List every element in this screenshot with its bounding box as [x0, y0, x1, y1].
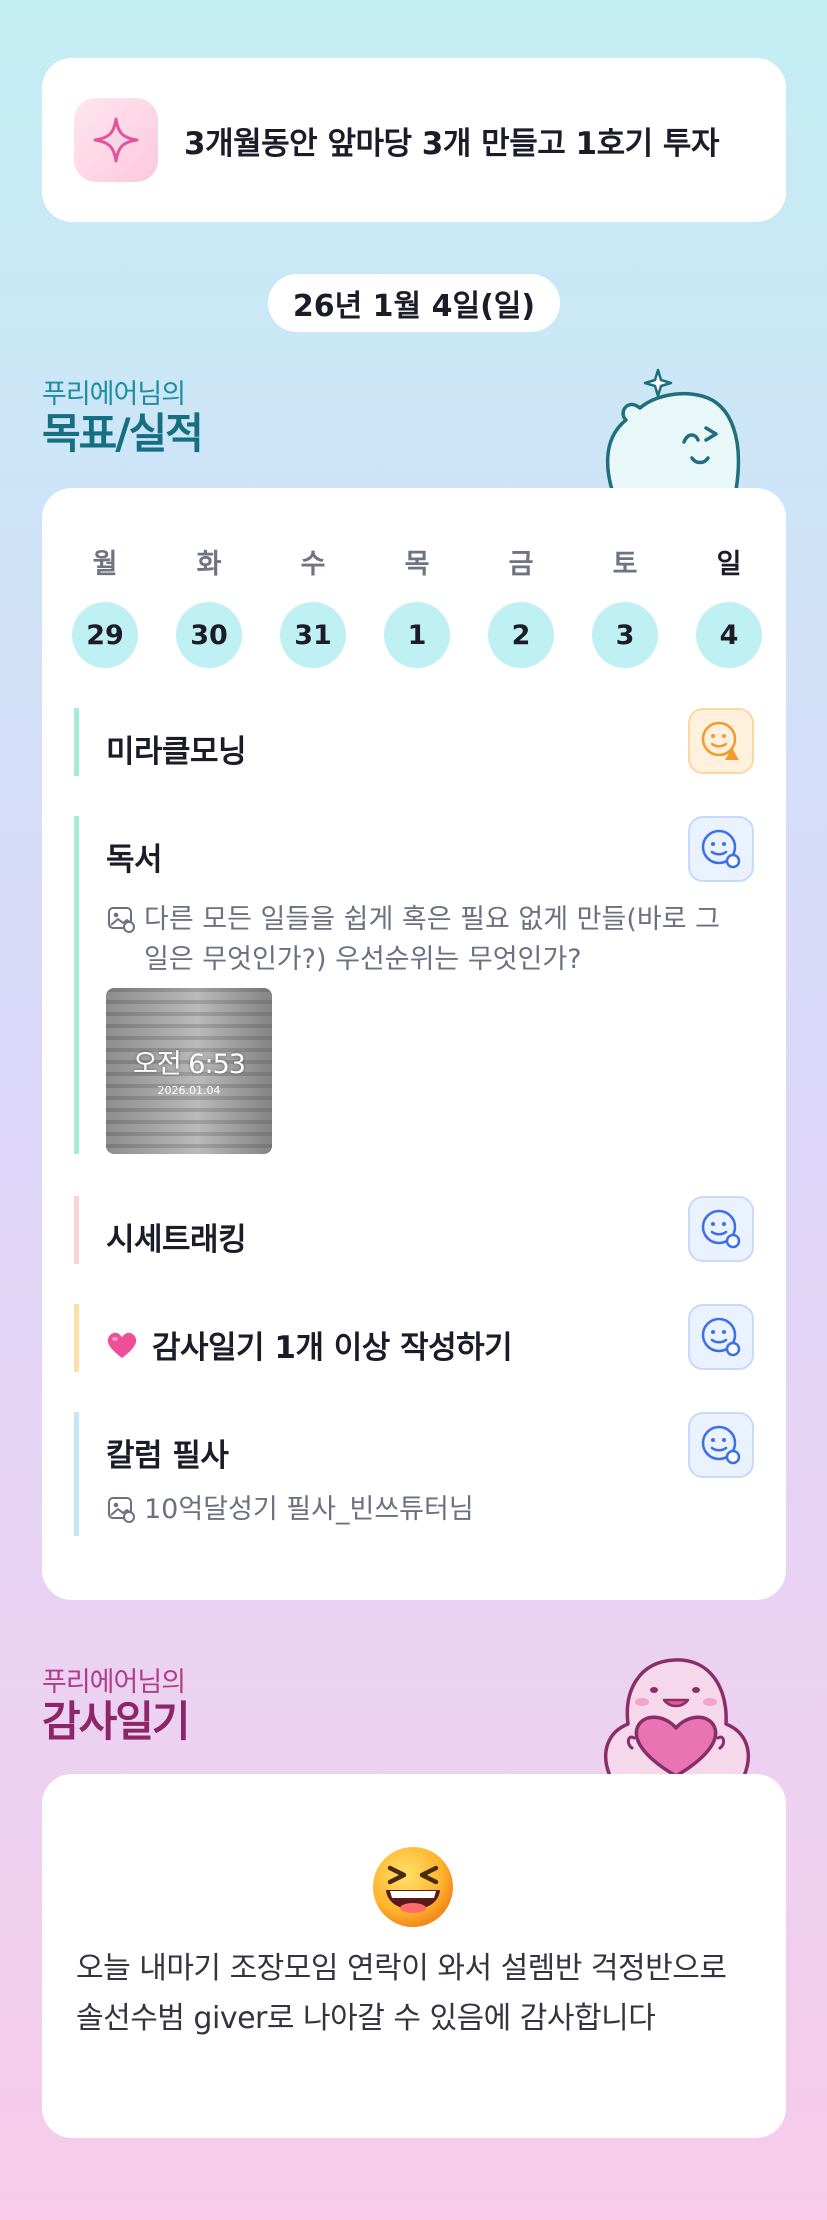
diary-text: 오늘 내마기 조장모임 연락이 와서 설렘반 걱정반으로 솔선수범 giver로…	[76, 1951, 727, 2036]
goal-text: 3개월동안 앞마당 3개 만들고 1호기 투자	[184, 125, 719, 162]
image-note-icon	[108, 907, 135, 933]
smile-warning-icon[interactable]	[688, 708, 754, 774]
task-item[interactable]: 시세트래킹	[74, 1196, 754, 1264]
sparkle-icon	[74, 98, 158, 182]
heart-mascot-icon	[604, 1658, 750, 1776]
day-thu[interactable]: 목 1	[384, 542, 450, 668]
day-mon[interactable]: 월 29	[72, 542, 138, 668]
task-bar	[74, 1196, 79, 1264]
day-number: 31	[280, 602, 346, 668]
diary-section-title: 감사일기	[42, 1697, 191, 1746]
day-label: 금	[508, 549, 534, 580]
task-bar	[74, 1304, 79, 1372]
task-title: 독서	[106, 842, 163, 878]
task-title-row: 감사일기 1개 이상 작성하기	[106, 1322, 513, 1367]
goal-card[interactable]: 3개월동안 앞마당 3개 만들고 1호기 투자	[42, 58, 786, 222]
task-title: 칼럼 필사	[106, 1438, 229, 1474]
goals-section-title: 목표/실적	[42, 409, 204, 458]
task-title: 시세트래킹	[106, 1222, 247, 1258]
day-label: 목	[404, 549, 430, 580]
day-number: 1	[384, 602, 450, 668]
task-title: 감사일기 1개 이상 작성하기	[152, 1330, 513, 1366]
task-bar	[74, 708, 79, 776]
task-item[interactable]: 감사일기 1개 이상 작성하기	[74, 1304, 754, 1372]
day-number: 3	[592, 602, 658, 668]
laughing-face-icon	[373, 1847, 453, 1927]
book-photo[interactable]: 오전 6:53 2026.01.04	[106, 988, 272, 1154]
day-sat[interactable]: 토 3	[592, 542, 658, 668]
task-item[interactable]: 칼럼 필사 10억달성기 필사_빈쓰튜터님	[74, 1412, 754, 1536]
day-label: 수	[300, 549, 326, 580]
mascot-icon	[605, 368, 741, 490]
image-note-icon	[108, 1497, 135, 1523]
day-tue[interactable]: 화 30	[176, 542, 242, 668]
day-label: 월	[92, 549, 118, 580]
task-note: 10억달성기 필사_빈쓰튜터님	[106, 1490, 726, 1530]
task-bar	[74, 1412, 79, 1536]
diary-card[interactable]: 오늘 내마기 조장모임 연락이 와서 설렘반 걱정반으로 솔선수범 giver로…	[42, 1774, 786, 2138]
photo-date: 2026.01.04	[157, 1084, 221, 1097]
smile-check-icon[interactable]	[688, 1412, 754, 1478]
day-label: 일	[716, 549, 742, 580]
task-item[interactable]: 독서 다른 모든 일들을 쉽게 혹은 필요 없게 만들(바로 그 일은 무엇인가…	[74, 816, 754, 1154]
day-label: 토	[612, 549, 638, 580]
task-note-text: 다른 모든 일들을 쉽게 혹은 필요 없게 만들(바로 그 일은 무엇인가?) …	[144, 904, 720, 975]
task-note-text: 10억달성기 필사_빈쓰튜터님	[144, 1494, 474, 1525]
week-strip: 월 29 화 30 수 31 목 1 금 2 토 3 일 4	[72, 542, 762, 668]
task-item[interactable]: 미라클모닝	[74, 708, 754, 776]
day-wed[interactable]: 수 31	[280, 542, 346, 668]
smile-check-icon[interactable]	[688, 816, 754, 882]
task-note: 다른 모든 일들을 쉽게 혹은 필요 없게 만들(바로 그 일은 무엇인가?) …	[106, 900, 726, 980]
date-pill[interactable]: 26년 1월 4일(일)	[268, 274, 560, 332]
day-number: 2	[488, 602, 554, 668]
day-number: 4	[696, 602, 762, 668]
photo-timestamp: 오전 6:53	[133, 1049, 246, 1080]
day-label: 화	[196, 549, 222, 580]
goals-card: 월 29 화 30 수 31 목 1 금 2 토 3 일 4 미라클모닝 독서 …	[42, 488, 786, 1600]
task-bar	[74, 816, 79, 1154]
day-number: 29	[72, 602, 138, 668]
smile-check-icon[interactable]	[688, 1304, 754, 1370]
day-number: 30	[176, 602, 242, 668]
day-sun[interactable]: 일 4	[696, 542, 762, 668]
heart-icon	[107, 1332, 137, 1358]
smile-check-icon[interactable]	[688, 1196, 754, 1262]
task-title: 미라클모닝	[106, 734, 247, 770]
day-fri[interactable]: 금 2	[488, 542, 554, 668]
